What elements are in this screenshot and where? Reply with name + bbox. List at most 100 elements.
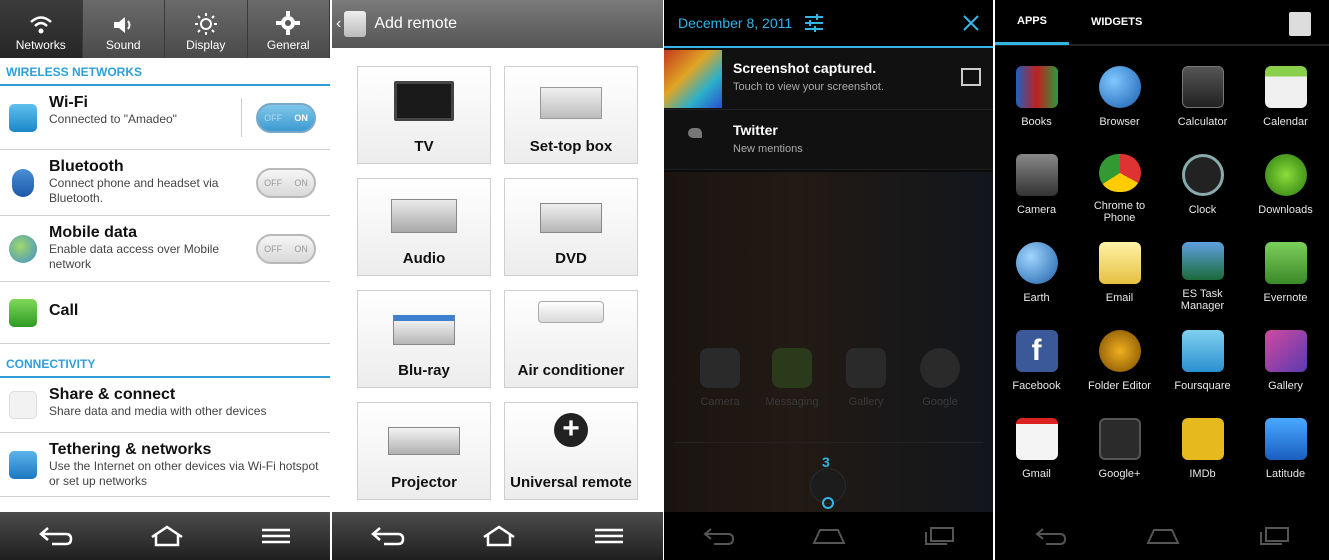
home-icon[interactable] xyxy=(1145,527,1181,545)
app-downloads[interactable]: Downloads xyxy=(1244,154,1327,224)
app-label: Foursquare xyxy=(1174,380,1231,392)
back-icon[interactable] xyxy=(1034,526,1068,546)
app-foursquare[interactable]: Foursquare xyxy=(1161,330,1244,400)
app-imdb[interactable]: IMDb xyxy=(1161,418,1244,488)
tab-general[interactable]: General xyxy=(248,0,330,58)
dim-app-camera: Camera xyxy=(690,348,750,408)
tab-widgets[interactable]: WIDGETS xyxy=(1069,0,1164,45)
home-icon[interactable] xyxy=(481,525,517,547)
tile-audio[interactable]: Audio xyxy=(357,178,491,276)
app-label: Calendar xyxy=(1263,116,1308,128)
bluetooth-toggle[interactable]: OFF ON xyxy=(256,167,316,198)
market-bag-icon[interactable] xyxy=(1289,12,1311,36)
tile-label: Projector xyxy=(391,474,457,491)
app-label: Camera xyxy=(700,396,740,408)
tab-apps[interactable]: APPS xyxy=(995,0,1069,45)
audio-icon xyxy=(391,199,457,233)
app-camera[interactable]: Camera xyxy=(995,154,1078,224)
tab-label: Display xyxy=(186,38,226,52)
call-row[interactable]: Call xyxy=(0,282,330,344)
nav-bar xyxy=(995,512,1329,560)
mobile-data-row[interactable]: Mobile data Enable data access over Mobi… xyxy=(0,216,330,282)
toggle-off-label: OFF xyxy=(264,243,283,254)
row-title: Call xyxy=(49,302,79,319)
tethering-row[interactable]: Tethering & networks Use the Internet on… xyxy=(0,433,330,497)
tile-tv[interactable]: TV xyxy=(357,66,491,164)
recent-apps-icon[interactable] xyxy=(923,526,955,546)
back-icon[interactable] xyxy=(370,525,406,547)
tab-label: Sound xyxy=(105,38,141,52)
notification-screenshot[interactable]: Screenshot captured. Touch to view your … xyxy=(664,48,993,110)
app-evernote[interactable]: Evernote xyxy=(1244,242,1327,312)
mobile-data-toggle[interactable]: OFF ON xyxy=(256,233,316,264)
notification-twitter[interactable]: Twitter New mentions xyxy=(664,110,993,170)
tethering-icon xyxy=(9,450,37,479)
tile-set-top-box[interactable]: Set-top box xyxy=(504,66,638,164)
tab-sound[interactable]: Sound xyxy=(83,0,165,58)
app-label: Browser xyxy=(1099,116,1140,128)
home-icon[interactable] xyxy=(811,527,847,545)
app-facebook[interactable]: f Facebook xyxy=(995,330,1078,400)
books-icon xyxy=(1015,66,1058,108)
share-connect-row[interactable]: Share & connect Share data and media wit… xyxy=(0,378,330,433)
recent-apps-icon[interactable] xyxy=(1258,526,1290,546)
download-icon xyxy=(1264,154,1307,196)
date-label: December 8, 2011 xyxy=(678,15,793,31)
section-header-wireless: WIRELESS NETWORKS xyxy=(0,58,330,86)
google-plus-icon xyxy=(1098,418,1141,460)
projector-icon xyxy=(388,427,460,455)
app-earth[interactable]: Earth xyxy=(995,242,1078,312)
menu-icon[interactable] xyxy=(593,527,625,545)
app-books[interactable]: Books xyxy=(995,66,1078,136)
bluetooth-row[interactable]: Bluetooth Connect phone and headset via … xyxy=(0,150,330,216)
tile-projector[interactable]: Projector xyxy=(357,402,491,500)
gallery-icon xyxy=(846,348,886,388)
tile-universal-remote[interactable]: + Universal remote xyxy=(504,402,638,500)
tile-air-conditioner[interactable]: Air conditioner xyxy=(504,290,638,388)
app-label: IMDb xyxy=(1189,468,1216,480)
app-label: Calculator xyxy=(1177,116,1228,128)
app-clock[interactable]: Clock xyxy=(1161,154,1244,224)
app-email[interactable]: Email xyxy=(1078,242,1161,312)
remote-panel: ‹ Add remote TV Set-top box Audio DVD Bl… xyxy=(332,0,663,560)
menu-icon[interactable] xyxy=(260,527,292,545)
row-subtitle: Share data and media with other devices xyxy=(49,404,267,418)
app-browser[interactable]: Browser xyxy=(1078,66,1161,136)
back-icon[interactable] xyxy=(38,525,74,547)
tile-dvd[interactable]: DVD xyxy=(504,178,638,276)
app-gmail[interactable]: Gmail xyxy=(995,418,1078,488)
tab-networks[interactable]: Networks xyxy=(0,0,83,58)
app-gallery[interactable]: Gallery xyxy=(1244,330,1327,400)
tile-blu-ray[interactable]: Blu-ray xyxy=(357,290,491,388)
wifi-row[interactable]: Wi-Fi Connected to "Amadeo" OFF ON xyxy=(0,86,330,150)
imdb-icon xyxy=(1181,418,1224,460)
earth-icon xyxy=(1015,242,1058,284)
app-chrome-to-phone[interactable]: Chrome to Phone xyxy=(1078,154,1161,224)
wifi-toggle[interactable]: OFF ON xyxy=(256,102,316,133)
tile-label: Blu-ray xyxy=(398,362,450,379)
close-icon[interactable] xyxy=(963,15,979,31)
notification-subtitle: Touch to view your screenshot. xyxy=(733,81,885,93)
app-label: Latitude xyxy=(1265,468,1306,480)
app-folder-editor[interactable]: Folder Editor xyxy=(1078,330,1161,400)
app-label: Folder Editor xyxy=(1088,380,1151,392)
phone-icon xyxy=(9,298,37,327)
back-icon[interactable] xyxy=(702,526,736,546)
settings-sliders-icon[interactable] xyxy=(804,14,824,32)
app-google-plus[interactable]: Google+ xyxy=(1078,418,1161,488)
notification-header: December 8, 2011 xyxy=(664,0,993,48)
app-label: Gmail xyxy=(1022,468,1051,480)
app-calculator[interactable]: Calculator xyxy=(1161,66,1244,136)
home-icon[interactable] xyxy=(149,525,185,547)
back-chevron-icon[interactable]: ‹ xyxy=(332,15,344,33)
calendar-icon xyxy=(1264,66,1307,108)
app-es-task-manager[interactable]: ES Task Manager xyxy=(1161,242,1244,312)
app-calendar[interactable]: Calendar xyxy=(1244,66,1327,136)
messaging-icon xyxy=(772,348,812,388)
page-dot xyxy=(822,497,834,509)
app-latitude[interactable]: Latitude xyxy=(1244,418,1327,488)
remote-header: ‹ Add remote xyxy=(332,0,663,48)
toggle-on-label: ON xyxy=(294,177,308,188)
device-grid: TV Set-top box Audio DVD Blu-ray Air con… xyxy=(357,66,639,500)
tab-display[interactable]: Display xyxy=(165,0,248,58)
